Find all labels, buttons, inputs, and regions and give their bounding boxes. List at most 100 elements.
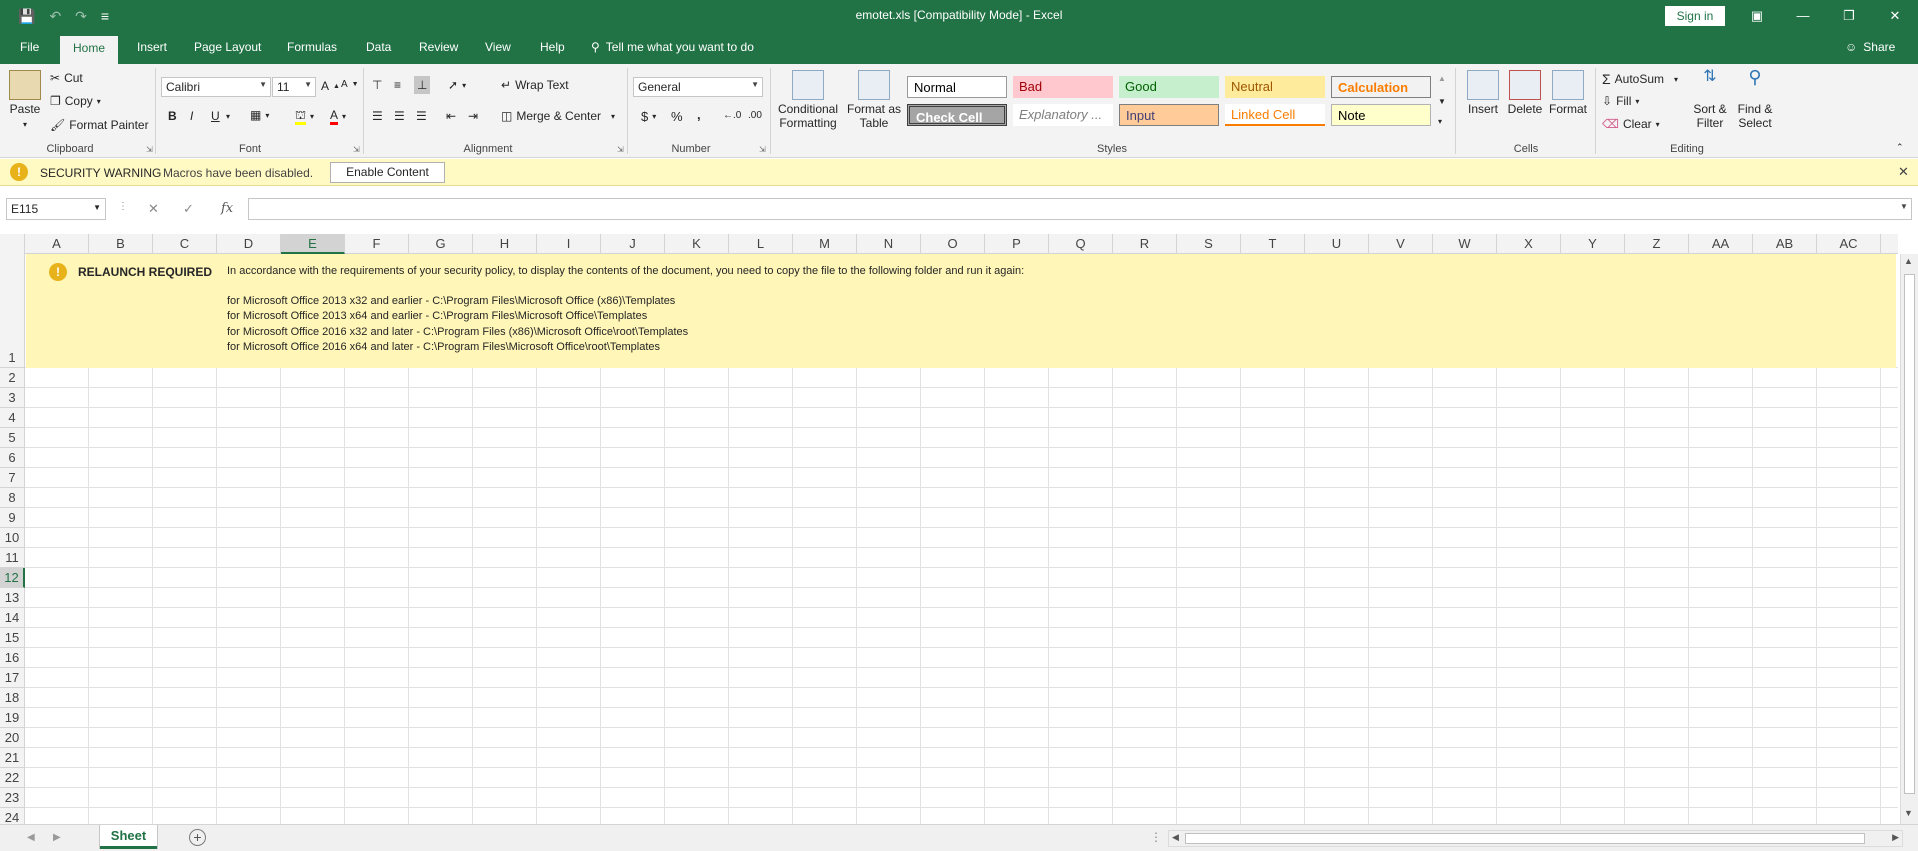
conditional-formatting-button[interactable]: Conditional Formatting — [773, 70, 843, 130]
wrap-text-button[interactable]: ↵ Wrap Text — [501, 78, 569, 92]
increase-indent-button[interactable]: ⇥ — [468, 109, 478, 123]
format-painter-button[interactable]: 🖌 Format Painter — [50, 118, 149, 132]
clipboard-launcher-icon[interactable]: ⇲ — [146, 145, 153, 154]
font-name-select[interactable]: Calibri ▼ — [161, 77, 271, 97]
fill-color-button[interactable]: ⛫ ▾ — [295, 108, 314, 125]
align-middle-button[interactable]: ≡ — [394, 78, 401, 92]
column-header[interactable]: Z — [1625, 234, 1689, 254]
column-header[interactable]: I — [537, 234, 601, 254]
column-header[interactable]: K — [665, 234, 729, 254]
tab-home[interactable]: Home — [60, 36, 119, 64]
clear-button[interactable]: ⌫ Clear ▾ — [1602, 117, 1660, 131]
merge-center-button[interactable]: ◫ Merge & Center ▾ — [501, 109, 615, 123]
column-header[interactable]: R — [1113, 234, 1177, 254]
align-bottom-button[interactable]: ⊥ — [414, 76, 431, 94]
format-cells-button[interactable]: Format — [1546, 70, 1590, 116]
name-box[interactable]: E115 ▼ — [6, 198, 106, 220]
column-header[interactable]: F — [345, 234, 409, 254]
column-header[interactable]: G — [409, 234, 473, 254]
cell-style-item[interactable]: Bad — [1013, 76, 1113, 98]
row-header[interactable]: 5 — [0, 428, 25, 448]
column-header[interactable]: AB — [1753, 234, 1817, 254]
find-select-button[interactable]: ⚲ Find & Select — [1734, 68, 1776, 130]
shrink-font-button[interactable]: A ▼ — [341, 79, 359, 90]
tab-view[interactable]: View — [485, 40, 511, 54]
column-header[interactable]: C — [153, 234, 217, 254]
row-header[interactable]: 2 — [0, 368, 25, 388]
cell-style-item[interactable]: Explanatory ... — [1013, 104, 1113, 126]
row-header[interactable]: 10 — [0, 528, 25, 548]
row-header[interactable]: 13 — [0, 588, 25, 608]
scroll-down-icon[interactable]: ▼ — [1904, 808, 1913, 818]
close-icon[interactable]: ✕ — [1898, 164, 1909, 180]
font-color-button[interactable]: A ▾ — [330, 108, 346, 125]
vertical-scroll-thumb[interactable] — [1904, 274, 1915, 794]
worksheet-grid[interactable]: A B C D E F G H I J K L M N O P Q R S T U V W X Y Z AA AB AC ! RELAU… — [0, 234, 1898, 824]
column-header[interactable]: W — [1433, 234, 1497, 254]
ribbon-display-options-icon[interactable]: ▣ — [1734, 0, 1780, 32]
tab-review[interactable]: Review — [419, 40, 458, 54]
collapse-ribbon-icon[interactable]: ⌃ — [1896, 142, 1904, 153]
column-header[interactable]: L — [729, 234, 793, 254]
styles-scroll-down-icon[interactable]: ▼ — [1438, 97, 1446, 106]
delete-cells-button[interactable]: Delete — [1504, 70, 1546, 116]
cancel-formula-icon[interactable]: ✕ — [148, 201, 159, 217]
number-launcher-icon[interactable]: ⇲ — [759, 145, 766, 154]
column-header[interactable]: V — [1369, 234, 1433, 254]
row-header[interactable]: 14 — [0, 608, 25, 628]
align-right-button[interactable]: ☰ — [416, 109, 427, 123]
tab-file[interactable]: File — [20, 40, 39, 54]
font-size-select[interactable]: 11 ▼ — [272, 77, 316, 97]
column-header[interactable]: J — [601, 234, 665, 254]
expand-formula-bar-icon[interactable]: ▼ — [1900, 202, 1908, 211]
row-header[interactable]: 4 — [0, 408, 25, 428]
cell-style-item[interactable]: Normal — [907, 76, 1007, 98]
scroll-up-icon[interactable]: ▲ — [1904, 256, 1913, 266]
align-left-button[interactable]: ☰ — [372, 109, 383, 123]
next-sheet-icon[interactable]: ▶ — [53, 832, 61, 843]
tab-insert[interactable]: Insert — [137, 40, 167, 54]
tab-split-handle-icon[interactable]: ⋮ — [1150, 830, 1162, 844]
grow-font-button[interactable]: A ▲ — [321, 79, 340, 93]
row-header[interactable]: 8 — [0, 488, 25, 508]
column-header[interactable]: S — [1177, 234, 1241, 254]
row-header[interactable]: 9 — [0, 508, 25, 528]
row-header[interactable]: 6 — [0, 448, 25, 468]
formula-bar-handle-icon[interactable]: ⋮ — [118, 201, 128, 212]
row-header[interactable]: 18 — [0, 688, 25, 708]
insert-function-icon[interactable]: fx — [221, 201, 233, 216]
align-center-button[interactable]: ☰ — [394, 109, 405, 123]
tab-data[interactable]: Data — [366, 40, 391, 54]
sheet-tab[interactable]: Sheet — [100, 825, 157, 849]
comma-button[interactable]: , — [697, 107, 701, 122]
minimize-icon[interactable]: — — [1780, 0, 1826, 32]
column-header[interactable]: X — [1497, 234, 1561, 254]
column-header[interactable]: U — [1305, 234, 1369, 254]
row-header[interactable]: 16 — [0, 648, 25, 668]
number-format-select[interactable]: General ▼ — [633, 77, 763, 97]
underline-button[interactable]: U — [211, 109, 220, 123]
column-header[interactable]: N — [857, 234, 921, 254]
column-header[interactable]: E — [281, 234, 345, 254]
decrease-decimal-button[interactable]: .00 — [748, 110, 762, 121]
tab-formulas[interactable]: Formulas — [287, 40, 337, 54]
align-top-button[interactable]: ⊤ — [372, 78, 382, 92]
column-header[interactable]: O — [921, 234, 985, 254]
scroll-left-icon[interactable]: ◀ — [1172, 832, 1179, 843]
decrease-indent-button[interactable]: ⇤ — [446, 109, 456, 123]
increase-decimal-button[interactable]: ←.0 — [723, 110, 741, 121]
insert-cells-button[interactable]: Insert — [1462, 70, 1504, 116]
column-header[interactable]: M — [793, 234, 857, 254]
sign-in-button[interactable]: Sign in — [1665, 6, 1725, 26]
column-header[interactable]: Q — [1049, 234, 1113, 254]
horizontal-scrollbar[interactable]: ◀ ▶ — [1168, 830, 1903, 847]
row-header[interactable]: 15 — [0, 628, 25, 648]
share-button[interactable]: ☺ Share — [1845, 40, 1895, 54]
column-header[interactable]: Y — [1561, 234, 1625, 254]
vertical-scrollbar[interactable]: ▲ ▼ — [1900, 254, 1918, 824]
styles-scroll-up-icon[interactable]: ▲ — [1438, 74, 1446, 83]
underline-dropdown-icon[interactable]: ▾ — [226, 112, 230, 121]
enable-content-button[interactable]: Enable Content — [330, 162, 445, 183]
cell-style-item[interactable]: Calculation — [1331, 76, 1431, 98]
row-header[interactable]: 24 — [0, 808, 25, 824]
